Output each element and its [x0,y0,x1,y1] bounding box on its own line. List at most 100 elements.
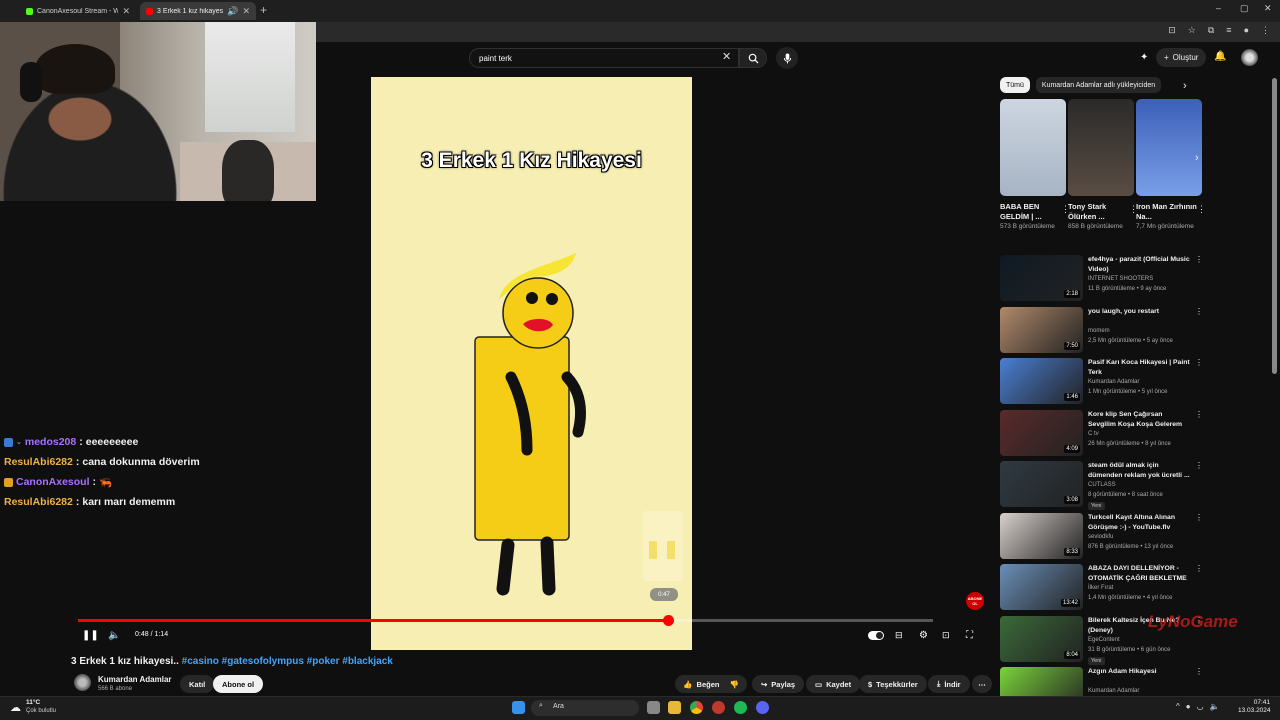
weather-description[interactable]: Çok bulutlu [26,708,56,714]
progress-scrubber-handle[interactable] [662,615,674,626]
taskbar-search[interactable]: ⌕ Ara [531,700,639,716]
thanks-icon: $ [868,679,873,689]
app-icon[interactable] [712,701,725,714]
tray-chevron-icon[interactable]: ^ [1176,702,1180,711]
taskbar-clock[interactable]: 07:41 13.03.2024 [1238,699,1271,715]
miniplayer-icon[interactable]: ⊡ [942,630,950,641]
recommendation-item[interactable]: 2:18 efe4hya - parazit (Official Music Vi… [1000,255,1203,301]
close-tab-icon[interactable]: ✕ [122,6,130,17]
volume-icon[interactable]: 🔈 [108,630,120,641]
chrome-icon[interactable] [690,701,703,714]
download-button[interactable]: ⤓ İndir [928,675,970,693]
fullscreen-icon[interactable]: ⛶ [966,630,973,641]
new-tab-button[interactable]: + [260,3,267,17]
file-explorer-icon[interactable] [668,701,681,714]
wifi-icon[interactable]: ◡ [1197,702,1204,711]
browser-tab-kick[interactable]: CanonAxesoul Stream - Watch ✕ [20,2,136,20]
recommendation-item[interactable]: 4:09 Kore klip Sen Çağırsan Sevgilim Koşa… [1000,409,1203,456]
close-window-button[interactable]: ✕ [1264,3,1272,14]
new-badge: Yeni [1088,502,1105,510]
minimize-button[interactable]: – [1216,3,1221,13]
recommendation-channel: İlker Fırat [1088,585,1114,591]
subscribe-button[interactable]: Abone ol [213,675,264,693]
account-avatar[interactable] [1241,49,1258,66]
search-input[interactable]: paint terk [469,48,739,68]
more-vert-icon[interactable]: ⋮ [1195,410,1203,419]
recommendation-item[interactable]: 13:42 ABAZA DAYI DELLENİYOR - OTOMATİK ÇA… [1000,564,1203,610]
join-button[interactable]: Katıl [180,675,215,693]
subtitles-icon[interactable]: ⊟ [895,630,903,641]
more-vert-icon[interactable]: ⋮ [1197,204,1206,215]
weather-cloud-icon[interactable]: ☁ [10,701,21,714]
weather-temperature[interactable]: 11°C [26,699,40,706]
profile-icon[interactable]: ● [1244,25,1249,36]
video-hashtags[interactable]: #casino #gatesofolympus #poker #blackjac… [182,656,393,667]
recommendation-item[interactable]: 7:50 you laugh, you restart momem 2,5 Mn gö… [1000,306,1203,353]
thanks-button[interactable]: $ Teşekkürler [859,675,927,693]
channel-avatar[interactable] [74,674,91,691]
webcam-window [205,22,295,132]
more-vert-icon[interactable]: ⋮ [1195,461,1203,470]
teddy-bear [222,140,274,201]
chat-emote: 🦐 [99,476,113,489]
spotify-icon[interactable] [734,701,747,714]
more-vert-icon[interactable]: ⋮ [1195,255,1203,264]
channel-name[interactable]: Kumardan Adamlar [98,675,172,684]
chevron-right-icon[interactable]: › [1195,152,1199,164]
sidebar-scrollbar[interactable] [1272,78,1277,374]
like-button[interactable]: 👍 Beğen 👎 [675,675,747,693]
short-item[interactable]: Tony Stark Ölürken ... 858 B görüntüleme… [1068,99,1138,232]
menu-icon[interactable]: ⋮ [1261,25,1270,36]
pause-button[interactable]: ❚❚ [82,630,99,641]
video-player[interactable]: 3 Erkek 1 Kız Hikayesi [371,77,692,650]
more-vert-icon[interactable]: ⋮ [1195,358,1203,367]
close-tab-icon[interactable]: ✕ [242,6,250,17]
create-button[interactable]: + Oluştur [1156,48,1207,67]
clear-search-icon[interactable]: ✕ [722,50,731,63]
chat-text: eeeeeeeee [85,436,139,448]
chip-all[interactable]: Tümü [1000,77,1030,93]
more-vert-icon[interactable]: ⋮ [1195,564,1203,573]
short-item[interactable]: BABA BEN GELDİM | ... 573 B görüntüleme … [1000,99,1070,232]
more-vert-icon[interactable]: ⋮ [1195,513,1203,522]
cast-icon[interactable]: ✦ [1140,52,1148,63]
more-vert-icon[interactable]: ⋮ [1195,667,1203,676]
recommendation-channel: C tv [1088,430,1099,437]
discord-icon[interactable] [756,701,769,714]
autoplay-toggle[interactable] [868,631,884,640]
bookmark-star-icon[interactable]: ☆ [1188,25,1196,36]
recommendation-thumbnail: 7:50 [1000,306,1083,353]
recommendation-item[interactable]: 8:33 Turkcell Kayıt Altına Alınan Görüşme… [1000,512,1203,559]
subscribe-watermark[interactable]: ABONE OL [966,592,984,610]
maximize-button[interactable]: ▢ [1240,3,1249,14]
more-actions-button[interactable]: ⋯ [972,675,992,693]
task-view-icon[interactable] [647,701,660,714]
recommendation-item[interactable]: 3:08 steam ödül almak için dümenden rekla… [1000,461,1203,510]
save-button[interactable]: ▭ Kaydet [806,675,861,693]
recommendation-meta: 8 görüntüleme • 8 saat önce [1088,492,1163,498]
browser-tab-youtube[interactable]: 3 Erkek 1 kız hikayesi.. #ca 🔊 ✕ [140,2,256,20]
notifications-bell-icon[interactable]: 🔔 [1214,51,1226,62]
tray-app-icon[interactable]: ● [1186,702,1191,711]
settings-gear-icon[interactable]: ⚙ [919,630,928,641]
recommendation-meta: 1 Mn görüntüleme • 5 yıl önce [1088,389,1168,395]
more-vert-icon[interactable]: ⋮ [1195,307,1203,316]
short-item[interactable]: Iron Man Zırhının Na... 7,7 Mn görüntüle… [1136,99,1206,232]
extensions-icon[interactable]: ⧉ [1208,25,1214,36]
thumbs-down-icon[interactable]: 👎 [729,680,738,689]
audio-icon[interactable]: 🔊 [227,6,238,17]
progress-bar[interactable] [78,615,933,626]
voice-search-button[interactable] [776,47,798,69]
recommendation-title: you laugh, you restart [1088,307,1160,315]
speaker-icon[interactable]: 🔈 [1210,702,1220,711]
share-button[interactable]: ↪ Paylaş [752,675,805,693]
chevron-right-icon[interactable]: › [1183,80,1187,92]
short-title: Iron Man Zırhının Na... [1136,202,1197,221]
media-icon[interactable]: ≡ [1226,25,1231,36]
recommendation-thumbnail: 8:33 [1000,512,1083,559]
search-button[interactable] [739,48,767,68]
recommendation-item[interactable]: 1:46 Pasif Karı Koca Hikayesi | Paint Ter… [1000,358,1203,404]
windows-start-icon[interactable] [512,701,525,714]
chip-from-uploader[interactable]: Kumardan Adamlar adlı yükleyiciden [1035,77,1162,93]
install-icon[interactable]: ⊡ [1168,25,1176,36]
